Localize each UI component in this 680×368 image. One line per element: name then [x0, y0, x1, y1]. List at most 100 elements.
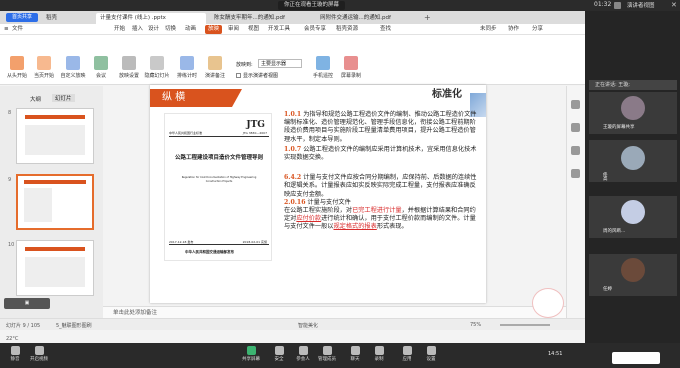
- participant-name: 周的风断...: [603, 229, 626, 234]
- presenter-view-checkbox[interactable]: [236, 73, 241, 78]
- theme-name: 5_魅联图形图刷: [56, 323, 92, 329]
- participant-tile[interactable]: 周的风断...: [589, 196, 677, 238]
- clause-text: 计量与支付文件应按合同分期编制，应保持前、后数据的连续性和逻辑关系。计量报表应如…: [284, 174, 477, 198]
- thumbnail-header-bar: [25, 247, 85, 251]
- slide-number-8: 8: [8, 110, 12, 116]
- rehearse-timing-label: 排练计时: [176, 73, 197, 79]
- record-label: 录制: [374, 357, 384, 362]
- menu-design[interactable]: 设计: [148, 24, 159, 35]
- chat-button[interactable]: 聊天: [344, 346, 366, 362]
- thumbnail-content: [25, 257, 85, 287]
- status-bar: 幻灯片 9 / 105 5_魅联图形图刷 智能美化 75%: [0, 318, 585, 330]
- slides-tab[interactable]: 幻灯片: [52, 94, 75, 102]
- share-button[interactable]: 分享: [532, 24, 543, 35]
- view-toggle-button[interactable]: 演讲者视图: [627, 1, 655, 9]
- outline-tab[interactable]: 大纲: [30, 95, 41, 103]
- chat-label: 聊天: [350, 357, 360, 362]
- participant-name: 王璇的屏幕共享: [603, 125, 635, 130]
- screen-record-button[interactable]: 屏幕录制: [338, 56, 364, 79]
- show-settings-button[interactable]: 放映设置: [116, 56, 142, 79]
- play-icon: [10, 56, 24, 70]
- cover-code: JTG: [246, 120, 265, 130]
- settings-button[interactable]: 设置: [420, 346, 442, 362]
- tool-icon[interactable]: [571, 146, 580, 155]
- share-screen-icon: [246, 346, 256, 355]
- shield-icon: [274, 346, 284, 355]
- hide-slide-button[interactable]: 隐藏幻灯片: [144, 56, 170, 79]
- record-icon: [374, 346, 384, 355]
- start-current-button[interactable]: 当页开始: [31, 56, 57, 79]
- tool-icon[interactable]: [571, 123, 580, 132]
- mute-button[interactable]: 静音: [4, 346, 26, 362]
- start-from-beginning-button[interactable]: 从头开始: [4, 56, 30, 79]
- menu-view[interactable]: 视图: [248, 24, 259, 35]
- slide-body-text: 1.0.1 为指导和规范公路工程造价文件的编制、推动公路工程造价文件编制标准化、…: [284, 111, 480, 232]
- zoom-level[interactable]: 75%: [470, 322, 481, 328]
- mute-label: 静音: [10, 357, 20, 362]
- participant-tile[interactable]: 任婷: [589, 254, 677, 296]
- slide-thumbnail-10[interactable]: [16, 240, 94, 296]
- home-share-button[interactable]: 首页共享: [6, 13, 38, 22]
- speaker-notes-button[interactable]: 演讲备注: [202, 56, 228, 79]
- zoom-slider[interactable]: [500, 324, 550, 326]
- tool-icon[interactable]: [571, 169, 580, 178]
- participant-tile[interactable]: 王璇的屏幕共享: [589, 92, 677, 134]
- notes-area[interactable]: 单击此处添加备注: [103, 306, 566, 318]
- search-button[interactable]: 查找: [380, 24, 391, 35]
- monitor-select[interactable]: 主要显示器: [258, 59, 302, 68]
- menu-home[interactable]: 开始: [114, 24, 125, 35]
- tab-pptx[interactable]: 计量支付课件 (线上) .pptx: [96, 13, 206, 24]
- menu-devtools[interactable]: 开发工具: [268, 24, 290, 35]
- chat-icon: [350, 346, 360, 355]
- tool-icon[interactable]: [571, 100, 580, 109]
- record-button[interactable]: 录制: [368, 346, 390, 362]
- security-button[interactable]: 安全: [268, 346, 290, 362]
- menu-slideshow[interactable]: 放映: [205, 25, 223, 34]
- share-screen-button[interactable]: 共享屏幕: [240, 346, 262, 362]
- video-button[interactable]: 开启视频: [28, 346, 50, 362]
- show-settings-label: 放映设置: [118, 73, 139, 79]
- tab-pdf-2[interactable]: 网附件交通运输...的通知.pdf: [316, 13, 416, 24]
- slide-thumbnail-8[interactable]: [16, 108, 94, 164]
- attendees-button[interactable]: 参会人: [292, 346, 314, 362]
- cover-english-title: Regulation for Cost Documentation of Hig…: [181, 176, 257, 183]
- manage-members-button[interactable]: 管理成员: [316, 346, 338, 362]
- meeting-icon: [94, 56, 108, 70]
- gear-icon: [426, 346, 436, 355]
- phone-remote-button[interactable]: 手机遥控: [310, 56, 336, 79]
- custom-show-button[interactable]: 自定义放映: [60, 56, 86, 79]
- speaker-indicator: 正在讲话: 王璇;: [589, 80, 677, 90]
- cover-rule: [169, 136, 269, 137]
- record-icon: [344, 56, 358, 70]
- slide-title: 标准化: [432, 89, 462, 100]
- menu-insert[interactable]: 插入: [132, 24, 143, 35]
- menu-file[interactable]: 文件: [12, 24, 23, 35]
- meeting-button[interactable]: 会议: [88, 56, 114, 79]
- tab-daoke[interactable]: 稻壳: [42, 13, 94, 24]
- menu-review[interactable]: 审阅: [228, 24, 239, 35]
- collab-button[interactable]: 协作: [508, 24, 519, 35]
- menu-vip[interactable]: 会员专享: [304, 24, 326, 35]
- slide-thumbnail-9[interactable]: [16, 174, 94, 230]
- menu-animation[interactable]: 动画: [185, 24, 196, 35]
- custom-show-label: 自定义放映: [60, 73, 86, 79]
- presenter-tools-button[interactable]: ▣: [4, 298, 50, 309]
- tab-pdf-1[interactable]: 陈女酬支牢期年...的通知.pdf: [210, 13, 312, 24]
- clause-text: 在公路工程实施阶段，对: [284, 207, 353, 215]
- hamburger-icon[interactable]: ≡: [4, 24, 9, 35]
- menu-daoke-resources[interactable]: 稻壳资源: [336, 24, 358, 35]
- ime-toolbar[interactable]: [612, 352, 660, 364]
- cloud-sync-status[interactable]: 未同步: [480, 24, 497, 35]
- participant-tile[interactable]: 高: [589, 162, 677, 188]
- close-icon[interactable]: ✕: [671, 1, 677, 9]
- manage-icon: [322, 346, 332, 355]
- standard-cover: JTG 中华人民共和国行业标准 JTG 3830—2007 公路工程建设项目造价…: [164, 113, 272, 261]
- slide-header-brand: 纵 横: [150, 89, 232, 107]
- menu-transition[interactable]: 切换: [165, 24, 176, 35]
- new-tab-icon[interactable]: +: [424, 13, 433, 22]
- smart-beautify-button[interactable]: 智能美化: [298, 322, 318, 329]
- rehearse-timing-button[interactable]: 排练计时: [174, 56, 200, 79]
- apps-button[interactable]: 应用: [396, 346, 418, 362]
- participant-name: 任婷: [603, 287, 612, 292]
- avatar: [621, 258, 645, 282]
